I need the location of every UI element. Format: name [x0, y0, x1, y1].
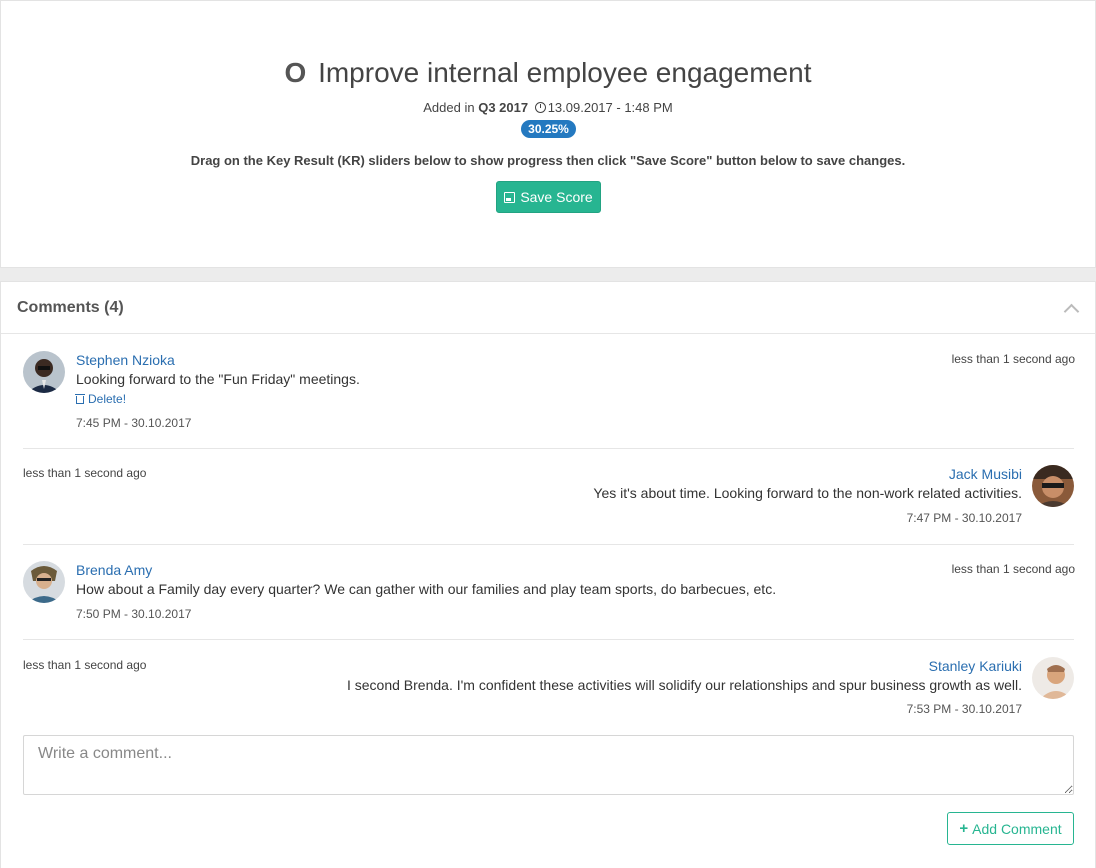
plus-icon: + [959, 820, 969, 837]
comment-relative-time: less than 1 second ago [23, 466, 147, 480]
comment-relative-time: less than 1 second ago [951, 352, 1075, 366]
avatar [1032, 657, 1074, 699]
delete-comment-link[interactable]: Delete! [75, 392, 127, 406]
comment-timestamp: 7:45 PM - 30.10.2017 [76, 416, 192, 430]
comment-divider [23, 639, 1074, 640]
progress-badge: 30.25% [521, 120, 576, 138]
add-comment-button[interactable]: + Add Comment [947, 812, 1074, 845]
save-score-label: Save Score [520, 189, 593, 205]
comment-timestamp: 7:47 PM - 30.10.2017 [906, 511, 1022, 525]
comment-relative-time: less than 1 second ago [23, 658, 147, 672]
comment-author[interactable]: Jack Musibi [949, 466, 1022, 482]
comments-title: Comments (4) [17, 299, 124, 316]
avatar [1032, 465, 1074, 507]
comment-author[interactable]: Stephen Nzioka [76, 352, 175, 368]
delete-label: Delete! [88, 392, 127, 406]
avatar [23, 561, 65, 603]
comment-timestamp: 7:53 PM - 30.10.2017 [906, 702, 1022, 716]
avatar [23, 351, 65, 393]
comment-author[interactable]: Brenda Amy [76, 562, 152, 578]
comments-header[interactable]: Comments (4) [1, 282, 1095, 334]
instructions-text: Drag on the Key Result (KR) sliders belo… [190, 153, 906, 168]
comment-divider [23, 448, 1074, 449]
comment-text: Looking forward to the "Fun Friday" meet… [76, 371, 360, 387]
comments-panel: Comments (4) Stephen Nzioka Looking forw… [0, 281, 1096, 868]
objective-meta: Added in Q3 2017 13.09.2017 - 1:48 PM [1, 100, 1095, 115]
comment-relative-time: less than 1 second ago [951, 562, 1075, 576]
add-comment-label: Add Comment [972, 820, 1062, 837]
chevron-up-icon[interactable] [1063, 303, 1080, 320]
comment-text: I second Brenda. I'm confident these act… [346, 677, 1022, 693]
objective-datetime: 13.09.2017 - 1:48 PM [547, 100, 673, 115]
trash-icon [75, 394, 85, 404]
comment-input[interactable] [23, 735, 1074, 795]
comment-text: Yes it's about time. Looking forward to … [593, 485, 1022, 501]
comment-text: How about a Family day every quarter? We… [76, 581, 777, 597]
comment-author[interactable]: Stanley Kariuki [929, 658, 1022, 674]
objective-title-text: Improve internal employee engagement [318, 57, 812, 88]
comment-timestamp: 7:50 PM - 30.10.2017 [76, 607, 192, 621]
objective-panel: O Improve internal employee engagement A… [0, 0, 1096, 268]
objective-title: O Improve internal employee engagement [1, 57, 1095, 89]
save-score-button[interactable]: Save Score [496, 181, 601, 213]
quarter-label: Q3 2017 [478, 100, 529, 115]
objective-prefix: O [284, 57, 307, 88]
comment-divider [23, 544, 1074, 545]
added-in-label: Added in [423, 100, 475, 115]
floppy-disk-icon [504, 191, 516, 203]
clock-icon [534, 102, 546, 113]
